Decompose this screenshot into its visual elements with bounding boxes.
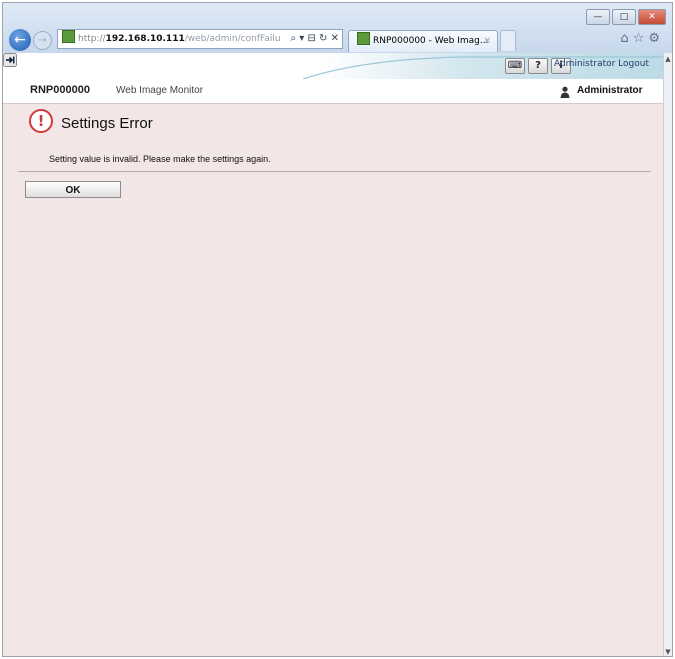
forward-button[interactable]: → (33, 31, 52, 50)
tab-title: RNP000000 - Web Imag... (373, 36, 489, 46)
error-message: Setting value is invalid. Please make th… (49, 154, 271, 164)
product-name: Web Image Monitor (116, 85, 204, 96)
tab-favicon-icon (357, 32, 370, 45)
page-content: ⌨ ? i Administrator Logout RNP000000 Web… (3, 53, 663, 656)
device-name: RNP000000 (30, 84, 90, 96)
address-bar[interactable]: http://192.168.10.111/web/admin/confFail… (57, 29, 343, 49)
favorites-star-icon[interactable]: ☆ (633, 31, 649, 46)
window-controls: — □ ✕ (584, 9, 666, 25)
browser-window: — □ ✕ ← → http://192.168.10.111/web/admi… (2, 2, 673, 657)
scroll-down-icon[interactable]: ▼ (664, 648, 672, 656)
settings-gear-icon[interactable]: ⚙ (648, 31, 664, 46)
url-path: /web/admin/confFailu (184, 34, 281, 44)
tab-close-icon[interactable]: × (483, 31, 491, 51)
user-icon (560, 86, 570, 98)
home-icon[interactable]: ⌂ (620, 31, 632, 46)
logout-icon[interactable] (3, 53, 17, 67)
vertical-scrollbar[interactable]: ▲ ▼ (663, 53, 672, 656)
page-header: RNP000000 Web Image Monitor Administrato… (3, 79, 663, 104)
minimize-button[interactable]: — (586, 9, 610, 25)
logout-link[interactable]: Administrator Logout (554, 59, 649, 69)
browser-tab-active[interactable]: RNP000000 - Web Imag... × (348, 30, 498, 52)
ok-button[interactable]: OK (25, 181, 121, 198)
error-alert-icon: ! (29, 109, 53, 133)
top-banner: ⌨ ? i Administrator Logout (3, 53, 663, 79)
new-tab-button[interactable] (500, 30, 516, 51)
address-bar-controls[interactable]: ⌕ ▾ ⊟ ↻ ✕ (288, 30, 339, 48)
logged-in-user: Administrator (577, 85, 643, 96)
url-host: 192.168.10.111 (105, 34, 185, 44)
page-title: Settings Error (61, 115, 153, 132)
divider (18, 171, 651, 172)
browser-toolbar-icons: ⌂☆⚙ (620, 31, 664, 46)
browser-chrome: — □ ✕ ← → http://192.168.10.111/web/admi… (3, 3, 672, 53)
url-prefix: http:// (78, 34, 106, 44)
scroll-up-icon[interactable]: ▲ (664, 55, 672, 63)
page-favicon-icon (62, 30, 75, 43)
keyboard-icon[interactable]: ⌨ (505, 58, 525, 74)
maximize-button[interactable]: □ (612, 9, 636, 25)
help-icon[interactable]: ? (528, 58, 548, 74)
back-button[interactable]: ← (9, 29, 31, 51)
close-window-button[interactable]: ✕ (638, 9, 666, 25)
